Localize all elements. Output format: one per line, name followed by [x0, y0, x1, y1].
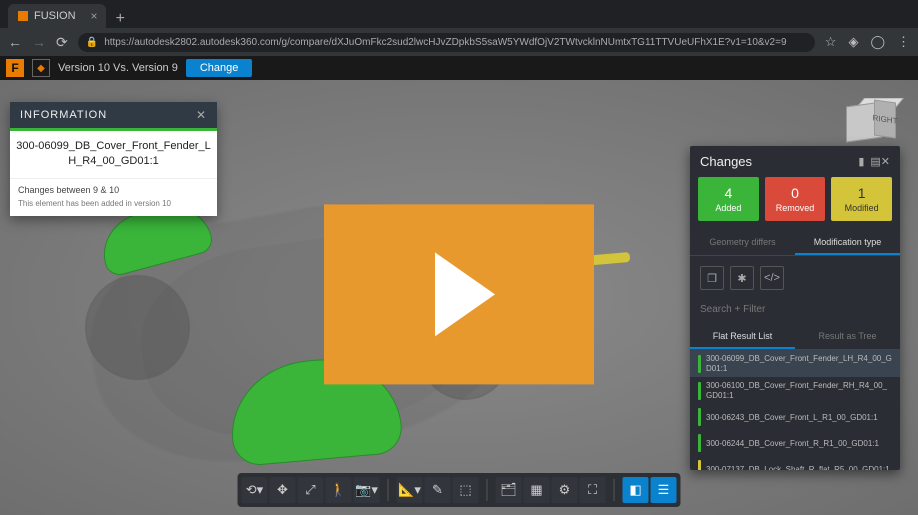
- camera-tool[interactable]: 📷▾: [354, 477, 380, 503]
- menu-icon[interactable]: ⋮: [897, 34, 910, 50]
- settings-tool[interactable]: ⚙: [552, 477, 578, 503]
- changes-title: Changes: [700, 154, 752, 169]
- tab-title: FUSION: [34, 10, 76, 22]
- stat-modified[interactable]: 1 Modified: [831, 177, 892, 221]
- version-compare-label: Version 10 Vs. Version 9: [58, 62, 178, 74]
- new-tab-button[interactable]: +: [106, 10, 135, 28]
- result-item[interactable]: 300-07137_DB_Lock_Shaft_R_flat_R5_00_GD0…: [690, 456, 900, 470]
- app-header: F ◆ Version 10 Vs. Version 9 Change: [0, 56, 918, 80]
- url-text: https://autodesk2802.autodesk360.com/g/c…: [104, 37, 786, 48]
- status-chip: [698, 408, 701, 426]
- info-panel-title: INFORMATION: [20, 109, 107, 121]
- stat-removed[interactable]: 0 Removed: [765, 177, 826, 221]
- status-chip: [698, 434, 701, 452]
- status-chip: [698, 382, 701, 400]
- address-bar: ← → ⟳ 🔒 https://autodesk2802.autodesk360…: [0, 28, 918, 56]
- result-item-label: 300-06100_DB_Cover_Front_Fender_RH_R4_00…: [706, 381, 892, 400]
- zoom-tool[interactable]: ⤢: [298, 477, 324, 503]
- walk-tool[interactable]: 🚶: [326, 477, 352, 503]
- browser-tab-bar: FUSION × +: [0, 0, 918, 28]
- result-item-label: 300-06244_DB_Cover_Front_R_R1_00_GD01:1: [706, 439, 892, 449]
- close-tab-icon[interactable]: ×: [91, 9, 98, 23]
- properties-tool[interactable]: ▦: [524, 477, 550, 503]
- viewcube[interactable]: RIGHT: [846, 92, 900, 146]
- viewer-toolbar: ⟲▾ ✥ ⤢ 🚶 📷▾ 📐▾ ✎ ⬚ 🗂 ▦ ⚙ ⛶ ◧ ☰: [238, 473, 681, 507]
- result-item-label: 300-06243_DB_Cover_Front_L_R1_00_GD01:1: [706, 413, 892, 423]
- change-button[interactable]: Change: [186, 59, 253, 77]
- forward-button[interactable]: →: [32, 34, 46, 50]
- result-list: 300-06099_DB_Cover_Front_Fender_LH_R4_00…: [690, 350, 900, 470]
- mic-icon[interactable]: ▮: [858, 155, 864, 168]
- search-filter-input[interactable]: Search + Filter: [700, 304, 765, 315]
- reload-button[interactable]: ⟳: [56, 34, 68, 51]
- profile-icon[interactable]: ◯: [870, 34, 885, 50]
- compare-tool-b[interactable]: ☰: [651, 477, 677, 503]
- fusion-logo[interactable]: F: [6, 59, 24, 77]
- stat-added[interactable]: 4 Added: [698, 177, 759, 221]
- lock-icon: 🔒: [86, 37, 98, 48]
- explode-tool[interactable]: ⬚: [453, 477, 479, 503]
- tab-modification-type[interactable]: Modification type: [795, 231, 900, 255]
- section-tool[interactable]: ✎: [425, 477, 451, 503]
- star-icon[interactable]: ☆: [825, 34, 837, 50]
- result-item[interactable]: 300-06100_DB_Cover_Front_Fender_RH_R4_00…: [690, 377, 900, 404]
- viewport-3d[interactable]: RIGHT INFORMATION ✕ 300-06099_DB_Cover_F…: [0, 80, 918, 515]
- pan-tool[interactable]: ✥: [270, 477, 296, 503]
- result-item[interactable]: 300-06244_DB_Cover_Front_R_R1_00_GD01:1: [690, 430, 900, 456]
- result-item-label: 300-07137_DB_Lock_Shaft_R_flat_R5_00_GD0…: [706, 465, 892, 470]
- tab-flat-result[interactable]: Flat Result List: [690, 325, 795, 349]
- status-chip: [698, 355, 701, 373]
- info-note: This element has been added in version 1…: [10, 197, 217, 216]
- result-item-label: 300-06099_DB_Cover_Front_Fender_LH_R4_00…: [706, 354, 892, 373]
- code-icon[interactable]: </>: [760, 266, 784, 290]
- information-panel: INFORMATION ✕ 300-06099_DB_Cover_Front_F…: [10, 102, 217, 216]
- status-chip: [698, 460, 701, 470]
- orbit-tool[interactable]: ⟲▾: [242, 477, 268, 503]
- measure-tool[interactable]: 📐▾: [397, 477, 423, 503]
- back-button[interactable]: ←: [8, 34, 22, 50]
- browser-tab[interactable]: FUSION ×: [8, 4, 106, 28]
- tab-geometry-differs[interactable]: Geometry differs: [690, 231, 795, 255]
- result-item[interactable]: 300-06243_DB_Cover_Front_L_R1_00_GD01:1: [690, 404, 900, 430]
- close-icon[interactable]: ✕: [196, 108, 207, 122]
- collapse-icon[interactable]: ▤✕: [870, 155, 890, 168]
- info-subtitle: Changes between 9 & 10: [10, 179, 217, 197]
- tab-result-tree[interactable]: Result as Tree: [795, 325, 900, 349]
- model-browser-tool[interactable]: 🗂: [496, 477, 522, 503]
- video-play-overlay[interactable]: [324, 204, 594, 384]
- extensions-icon[interactable]: ◈: [848, 34, 858, 50]
- result-item[interactable]: 300-06099_DB_Cover_Front_Fender_LH_R4_00…: [690, 350, 900, 377]
- compare-tool-a[interactable]: ◧: [623, 477, 649, 503]
- url-field[interactable]: 🔒 https://autodesk2802.autodesk360.com/g…: [78, 33, 815, 52]
- info-element-name: 300-06099_DB_Cover_Front_Fender_LH_R4_00…: [10, 131, 217, 179]
- cube-view-icon[interactable]: ❒: [700, 266, 724, 290]
- app-secondary-icon[interactable]: ◆: [32, 59, 50, 77]
- fusion-favicon: [18, 11, 28, 21]
- explode-icon[interactable]: ✱: [730, 266, 754, 290]
- changes-panel: Changes ▮ ▤✕ 4 Added 0 Removed 1 Modifie…: [690, 146, 900, 470]
- play-icon: [435, 252, 495, 336]
- fullscreen-tool[interactable]: ⛶: [580, 477, 606, 503]
